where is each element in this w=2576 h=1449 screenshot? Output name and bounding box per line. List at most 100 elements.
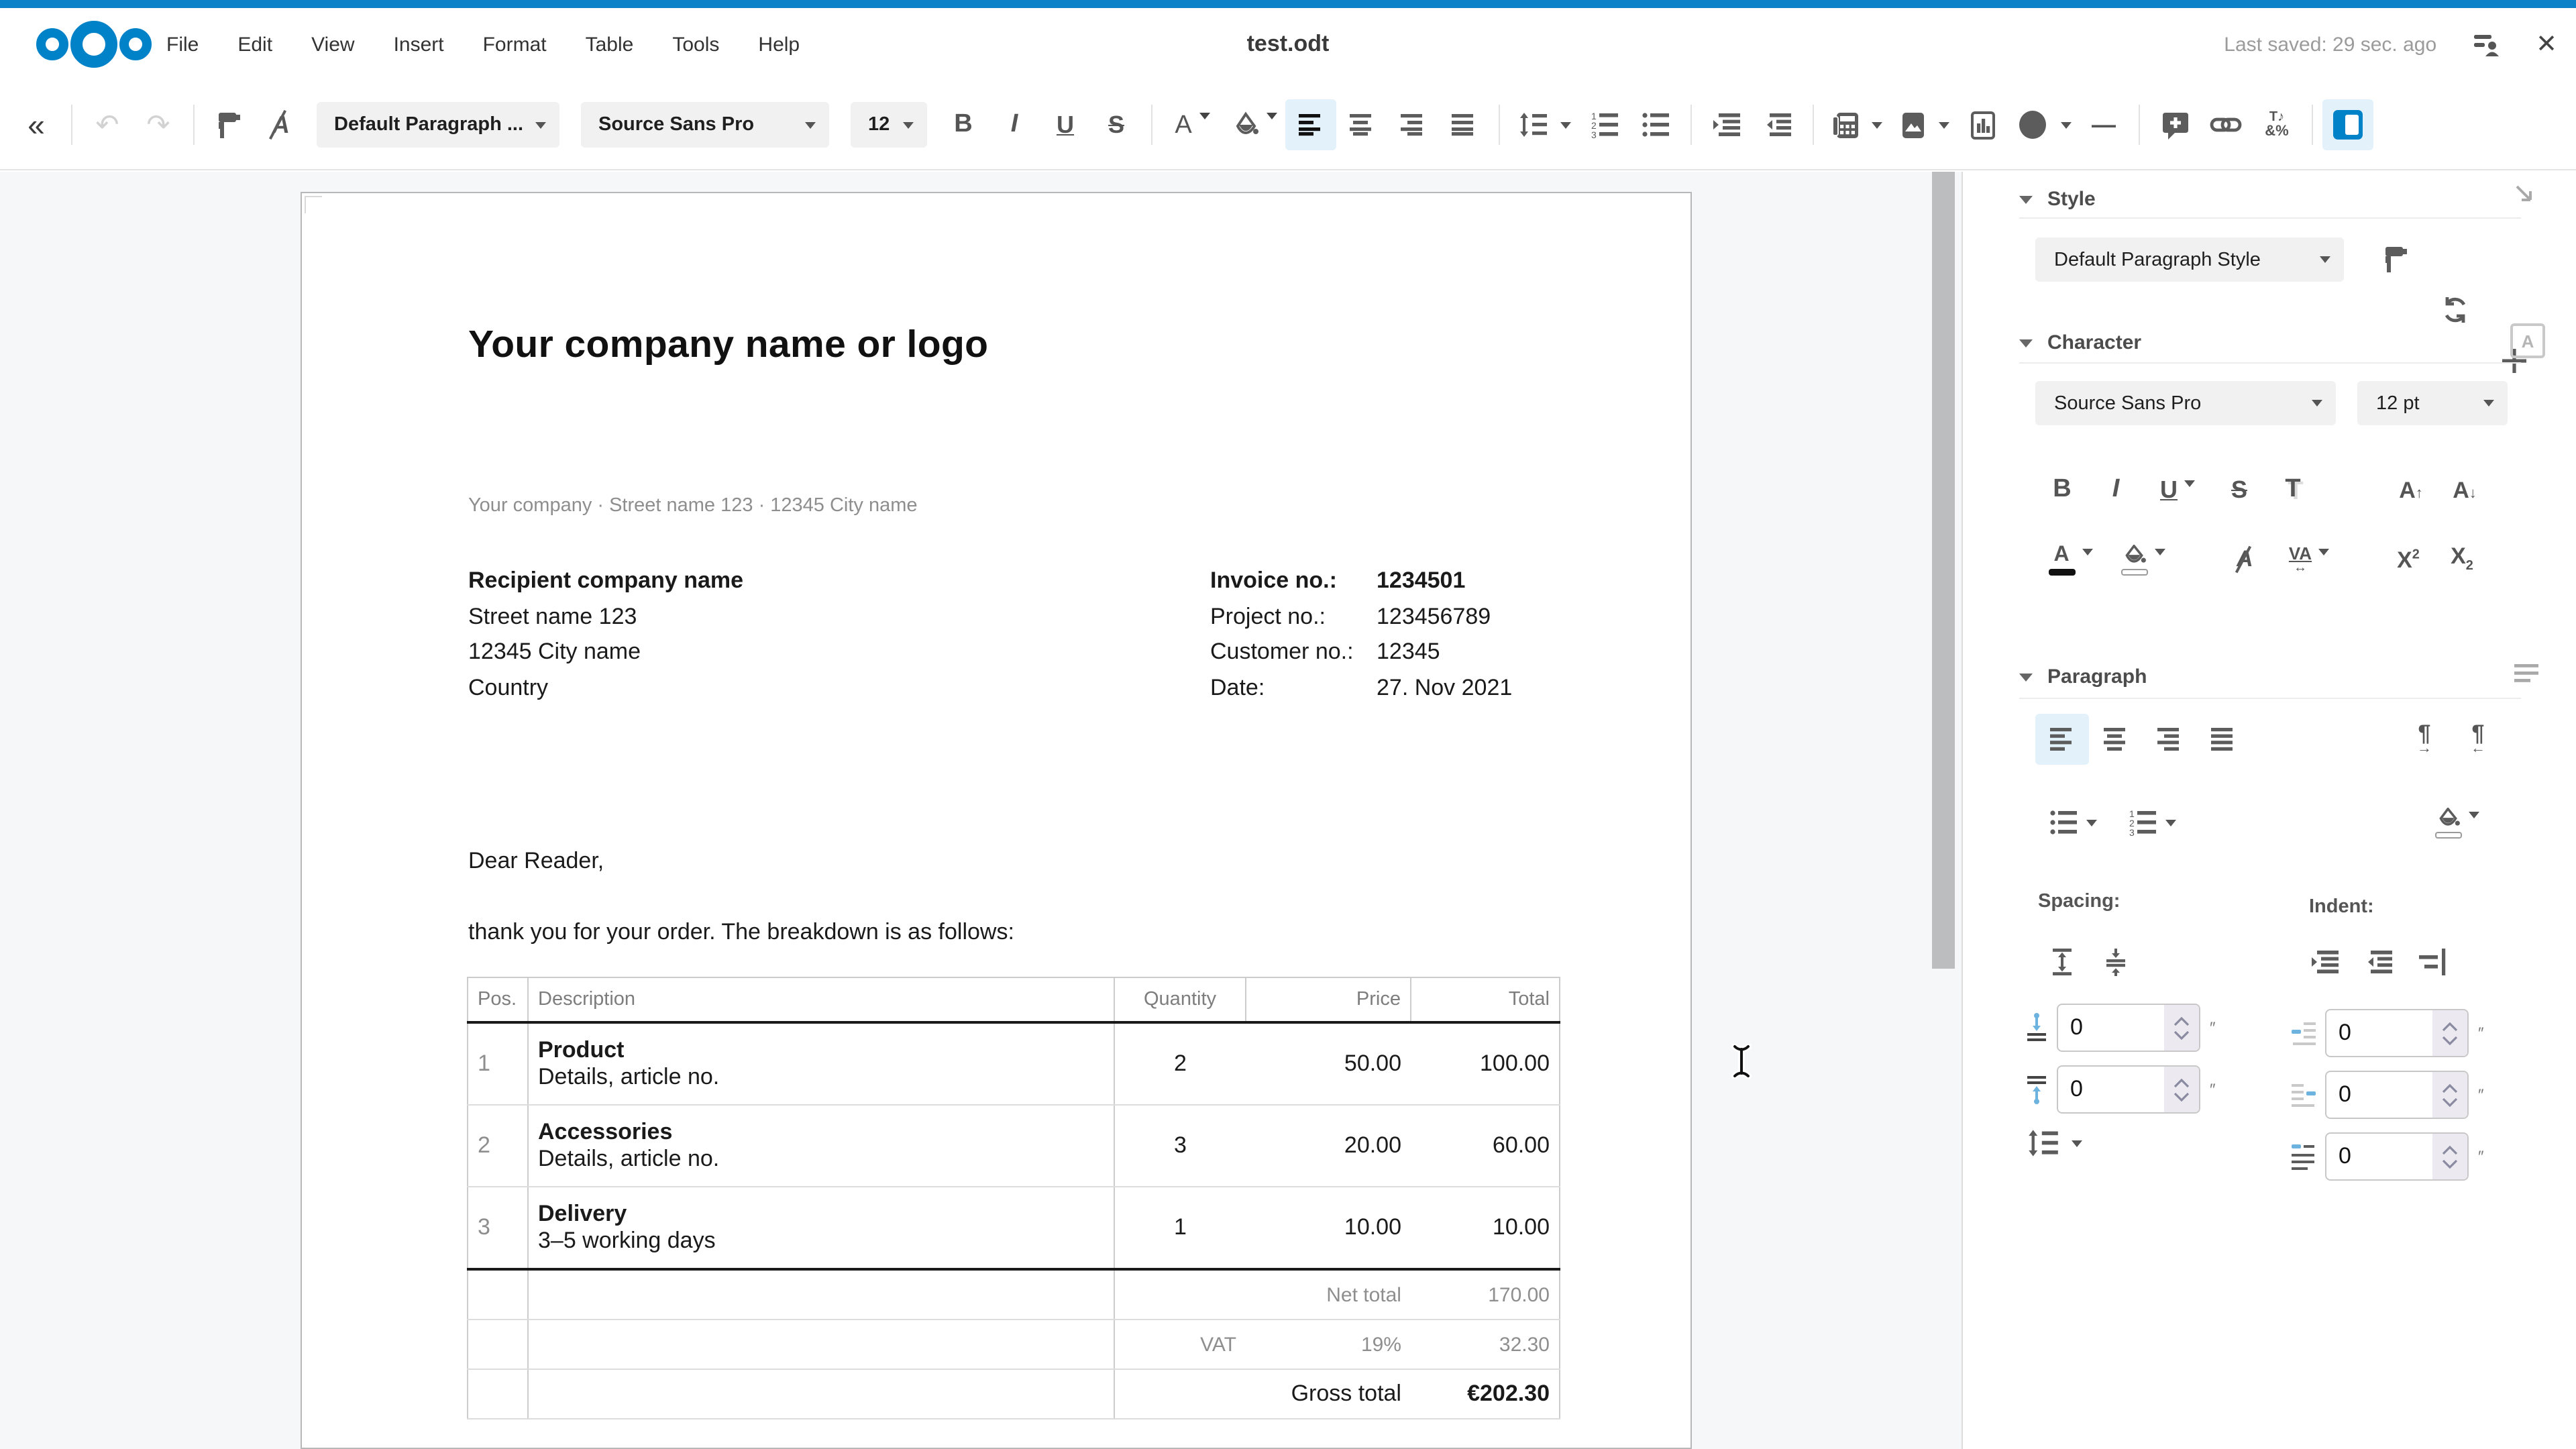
align-justify-button[interactable] — [2196, 714, 2250, 765]
clear-formatting-button[interactable]: A — [255, 99, 306, 150]
spacing-below-input[interactable] — [2057, 1065, 2200, 1114]
paragraph-section-header[interactable]: Paragraph — [2019, 665, 2147, 688]
clone-formatting-button[interactable] — [204, 99, 255, 150]
highlight-color-button[interactable] — [1224, 99, 1285, 150]
menubar: File Edit View Insert Format Table Tools… — [0, 8, 2576, 80]
document-page[interactable]: Your company name or logo Your company ·… — [301, 192, 1692, 1449]
style-name-select[interactable]: Default Paragraph Style — [2035, 237, 2344, 282]
align-justify-icon — [1450, 111, 1477, 138]
menu-tools[interactable]: Tools — [672, 33, 719, 56]
character-dialog-icon[interactable]: A — [2510, 323, 2545, 358]
bold-button[interactable]: B — [938, 99, 989, 150]
salutation: Dear Reader, — [468, 848, 604, 875]
spinner-buttons[interactable] — [2432, 1134, 2467, 1179]
underline-button[interactable]: U — [2143, 464, 2212, 515]
hanging-indent-button[interactable] — [2406, 936, 2459, 987]
character-spacing-button[interactable]: VA ↔ — [2271, 534, 2347, 585]
unordered-list-button[interactable] — [1630, 99, 1681, 150]
special-character-button[interactable]: T♪ &% — [2251, 99, 2302, 150]
sidebar-font-size-select[interactable]: 12 pt — [2357, 381, 2508, 425]
menu-edit[interactable]: Edit — [237, 33, 272, 56]
insert-horizontal-line-button[interactable]: — — [2078, 99, 2129, 150]
align-right-button[interactable] — [2143, 714, 2196, 765]
left-to-right-button[interactable]: ¶→ — [2398, 714, 2451, 765]
spinner-buttons[interactable] — [2432, 1010, 2467, 1056]
clear-formatting-button[interactable]: A — [2218, 534, 2271, 585]
insert-image-button[interactable] — [1890, 99, 1957, 150]
sidebar-toggle-button[interactable] — [2322, 99, 2373, 150]
insert-comment-button[interactable] — [2149, 99, 2200, 150]
spinner-buttons[interactable] — [2164, 1067, 2199, 1112]
align-center-button[interactable] — [1336, 99, 1387, 150]
spinner-buttons[interactable] — [2164, 1005, 2199, 1051]
increase-indent-button[interactable] — [1701, 99, 1752, 150]
insert-table-button[interactable] — [1823, 99, 1890, 150]
align-center-button[interactable] — [2089, 714, 2143, 765]
character-section-header[interactable]: Character — [2019, 331, 2141, 354]
paragraph-menu-icon[interactable] — [2513, 663, 2540, 684]
indent-after-input[interactable] — [2325, 1071, 2469, 1119]
close-icon[interactable]: ✕ — [2536, 29, 2557, 60]
menu-help[interactable]: Help — [758, 33, 800, 56]
indent-before-input[interactable] — [2325, 1009, 2469, 1057]
grow-font-button[interactable]: A↑ — [2384, 464, 2438, 515]
line-spacing-select[interactable] — [2027, 1127, 2082, 1159]
strikethrough-button[interactable]: S — [1091, 99, 1142, 150]
style-section-header[interactable]: Style — [2019, 188, 2096, 211]
update-style-button[interactable] — [2428, 284, 2482, 335]
style-expand-icon[interactable] — [2513, 182, 2540, 209]
paint-bucket-icon — [2121, 544, 2147, 575]
strikethrough-button[interactable]: S — [2212, 464, 2266, 515]
collapse-toolbar-button[interactable]: « — [11, 99, 62, 150]
shadow-button[interactable]: T — [2266, 464, 2320, 515]
bold-button[interactable]: B — [2035, 464, 2089, 515]
font-name-select[interactable]: Source Sans Pro — [581, 102, 829, 148]
align-justify-button[interactable] — [1438, 99, 1489, 150]
sidebar-font-name-select[interactable]: Source Sans Pro — [2035, 381, 2336, 425]
ordered-list-button[interactable]: 1 2 3 — [2110, 797, 2194, 848]
menu-file[interactable]: File — [166, 33, 199, 56]
spinner-buttons[interactable] — [2432, 1072, 2467, 1118]
unordered-list-button[interactable] — [2035, 797, 2110, 848]
subscript-button[interactable]: X2 — [2435, 534, 2489, 585]
paragraph-style-select[interactable]: Default Paragraph ... — [317, 102, 559, 148]
font-color-button[interactable]: A — [2035, 534, 2105, 585]
decrease-indent-button[interactable] — [2352, 936, 2406, 987]
menu-insert[interactable]: Insert — [394, 33, 444, 56]
collaborators-icon[interactable] — [2471, 30, 2501, 59]
spacing-above-input[interactable] — [2057, 1004, 2200, 1052]
vertical-scrollbar[interactable] — [1932, 172, 1955, 969]
font-size-select[interactable]: 12 — [851, 102, 927, 148]
undo-button[interactable]: ↶ — [82, 99, 133, 150]
highlight-color-button[interactable] — [2105, 534, 2180, 585]
align-left-button[interactable] — [2035, 714, 2089, 765]
underline-button[interactable]: U — [1040, 99, 1091, 150]
align-right-button[interactable] — [1387, 99, 1438, 150]
align-left-button[interactable] — [1285, 99, 1336, 150]
indent-first-line-input[interactable] — [2325, 1132, 2469, 1181]
increase-indent-button[interactable] — [2298, 936, 2352, 987]
decrease-indent-button[interactable] — [1752, 99, 1803, 150]
redo-button[interactable]: ↷ — [133, 99, 184, 150]
insert-shape-button[interactable] — [2008, 99, 2078, 150]
menu-table[interactable]: Table — [586, 33, 634, 56]
shrink-font-button[interactable]: A↓ — [2438, 464, 2491, 515]
ordered-list-button[interactable]: 1 2 3 — [1579, 99, 1630, 150]
insert-link-button[interactable] — [2200, 99, 2251, 150]
nextcloud-logo[interactable] — [27, 19, 161, 70]
italic-button[interactable]: I — [2089, 464, 2143, 515]
menu-view[interactable]: View — [311, 33, 355, 56]
italic-button[interactable]: I — [989, 99, 1040, 150]
line-spacing-button[interactable] — [1509, 99, 1579, 150]
link-icon — [2210, 111, 2242, 138]
increase-paragraph-spacing-button[interactable] — [2035, 936, 2089, 987]
right-to-left-button[interactable]: ¶← — [2451, 714, 2505, 765]
decrease-paragraph-spacing-button[interactable] — [2089, 936, 2143, 987]
menu-format[interactable]: Format — [483, 33, 547, 56]
paragraph-background-color-button[interactable] — [2419, 797, 2494, 848]
insert-chart-button[interactable] — [1957, 99, 2008, 150]
document-canvas[interactable]: Your company name or logo Your company ·… — [0, 172, 1962, 1449]
font-color-button[interactable]: A — [1162, 99, 1224, 150]
update-style-roller-button[interactable] — [2369, 233, 2423, 284]
superscript-button[interactable]: X2 — [2381, 534, 2435, 585]
